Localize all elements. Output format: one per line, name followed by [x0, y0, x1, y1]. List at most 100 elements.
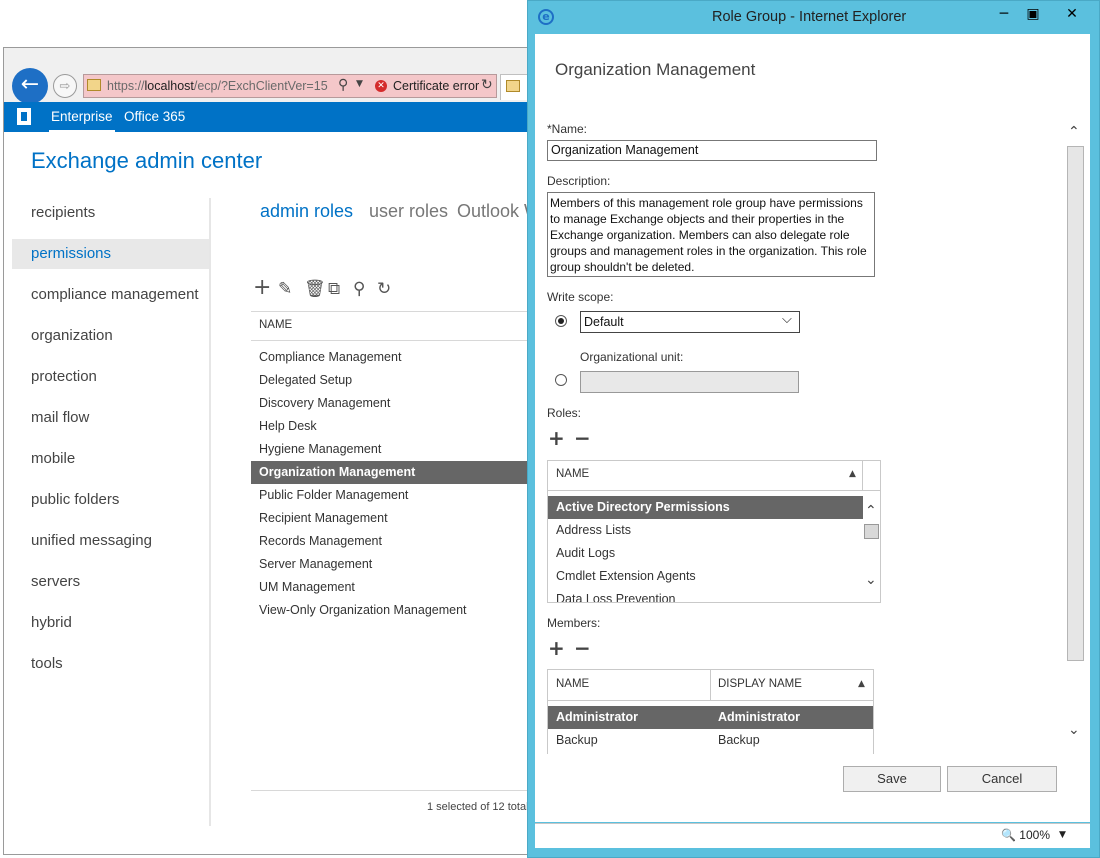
roles-grid-header-separator [862, 461, 863, 490]
sidebar-item-recipients[interactable]: recipients [12, 198, 210, 228]
delete-trash-icon[interactable]: 🗑 [304, 279, 326, 299]
column-header-name[interactable]: NAME [259, 319, 292, 331]
add-member-icon[interactable]: + [548, 638, 565, 658]
close-icon[interactable]: ✕ [1052, 4, 1092, 24]
organizational-unit-field[interactable] [580, 371, 799, 393]
role-group-heading: Organization Management [555, 60, 756, 79]
members-column-name[interactable]: NAME [556, 678, 589, 690]
sidebar-item-organization[interactable]: organization [12, 321, 210, 351]
description-field[interactable]: Members of this management role group ha… [547, 192, 875, 277]
add-icon[interactable]: + [253, 275, 271, 300]
name-label: *Name: [547, 122, 588, 136]
member-row[interactable]: Backup Backup [548, 729, 873, 752]
organizational-unit-label: Organizational unit: [580, 350, 684, 364]
ou-scope-radio[interactable] [555, 374, 567, 386]
save-button[interactable]: Save [843, 766, 941, 792]
nav-enterprise[interactable]: Enterprise [49, 109, 115, 132]
certificate-error-icon[interactable]: ✕ [375, 80, 387, 92]
roles-list: Active Directory Permissions Address Lis… [548, 496, 863, 602]
name-field[interactable]: Organization Management [547, 140, 877, 161]
table-row[interactable]: Help Desk [251, 415, 528, 438]
maximize-icon[interactable]: ▣ [1019, 4, 1047, 24]
chevron-down-icon[interactable]: ⌵ [782, 312, 792, 327]
zoom-icon: 🔍 [1001, 828, 1016, 842]
sidebar-item-mail-flow[interactable]: mail flow [12, 403, 210, 433]
forward-arrow-icon[interactable]: ⇨ [53, 74, 77, 98]
page-title: Exchange admin center [31, 148, 263, 173]
members-list: Administrator Administrator Backup Backu… [548, 706, 873, 754]
roles-scrollbar-thumb[interactable] [864, 524, 879, 539]
selection-count: 1 selected of 12 total [427, 801, 529, 813]
table-row[interactable]: Delegated Setup [251, 369, 528, 392]
sidebar-item-permissions[interactable]: permissions [12, 239, 210, 269]
member-row-selected[interactable]: Administrator Administrator [548, 706, 873, 729]
minimize-icon[interactable]: ─ [990, 4, 1018, 24]
description-label: Description: [547, 174, 611, 188]
default-scope-radio[interactable] [555, 315, 567, 327]
member-display-name: Backup [718, 733, 760, 747]
edit-pencil-icon[interactable]: ✎ [278, 279, 292, 299]
page-scroll-up-icon[interactable]: ⌃ [1068, 124, 1080, 140]
roles-grid-header-divider [547, 490, 881, 491]
dropdown-arrow-icon[interactable]: ▼ [356, 79, 363, 89]
member-name: Administrator [556, 710, 638, 724]
refresh-icon[interactable]: ↻ [481, 77, 493, 93]
sidebar-item-protection[interactable]: protection [12, 362, 210, 392]
table-row[interactable]: Public Folder Management [251, 484, 528, 507]
copy-icon[interactable]: ⧉ [328, 279, 340, 299]
refresh-icon[interactable]: ↻ [377, 279, 391, 299]
page-scroll-down-icon[interactable]: ⌄ [1068, 722, 1080, 738]
office-logo-icon[interactable] [17, 108, 31, 125]
back-arrow-icon[interactable]: ← [12, 68, 48, 104]
search-icon[interactable]: ⚲ [338, 77, 348, 93]
sort-ascending-icon[interactable]: ▲ [849, 469, 856, 479]
sidebar-item-public-folders[interactable]: public folders [12, 485, 210, 515]
role-row[interactable]: Audit Logs [548, 542, 863, 565]
remove-role-icon[interactable]: − [574, 428, 591, 448]
zoom-dropdown-icon[interactable]: ▼ [1059, 830, 1066, 840]
table-row[interactable]: Compliance Management [251, 346, 528, 369]
sort-ascending-icon[interactable]: ▲ [858, 679, 865, 689]
add-role-icon[interactable]: + [548, 428, 565, 448]
members-grid-column-separator [710, 670, 711, 700]
members-column-display-name[interactable]: DISPLAY NAME [718, 678, 802, 690]
table-row[interactable]: Recipient Management [251, 507, 528, 530]
member-display-name: Administrator [718, 710, 800, 724]
certificate-error-text[interactable]: Certificate error [393, 79, 479, 93]
search-icon[interactable]: ⚲ [353, 279, 365, 299]
scroll-down-icon[interactable]: ⌄ [865, 572, 877, 588]
scroll-up-icon[interactable]: ⌃ [865, 503, 877, 519]
write-scope-label: Write scope: [547, 290, 614, 304]
table-row[interactable]: UM Management [251, 576, 528, 599]
table-row[interactable]: Server Management [251, 553, 528, 576]
sidebar-item-tools[interactable]: tools [12, 649, 210, 679]
remove-member-icon[interactable]: − [574, 638, 591, 658]
member-name: Backup [556, 733, 598, 747]
nav-office365[interactable]: Office 365 [124, 109, 185, 124]
role-row-selected[interactable]: Active Directory Permissions [548, 496, 863, 519]
roles-column-name[interactable]: NAME [556, 468, 589, 480]
sidebar-item-servers[interactable]: servers [12, 567, 210, 597]
sidebar-item-unified-messaging[interactable]: unified messaging [12, 526, 210, 556]
table-row[interactable]: Discovery Management [251, 392, 528, 415]
page-scrollbar[interactable] [1067, 146, 1084, 661]
sidebar-item-compliance-management[interactable]: compliance management [12, 280, 210, 310]
table-row[interactable]: Records Management [251, 530, 528, 553]
address-url[interactable]: https://localhost/ecp/?ExchClientVer=15 [107, 79, 328, 93]
sidebar-divider [209, 198, 211, 826]
table-row-selected[interactable]: Organization Management [251, 461, 528, 484]
role-row[interactable]: Data Loss Prevention [548, 588, 863, 602]
tab-user-roles[interactable]: user roles [369, 201, 448, 222]
roles-label: Roles: [547, 406, 582, 420]
members-grid-header-divider [547, 700, 874, 701]
page-envelope-icon [87, 79, 101, 91]
table-row[interactable]: View-Only Organization Management [251, 599, 528, 622]
table-row[interactable]: Hygiene Management [251, 438, 528, 461]
sidebar-item-mobile[interactable]: mobile [12, 444, 210, 474]
zoom-level[interactable]: 🔍 100% [1001, 828, 1050, 842]
role-row[interactable]: Cmdlet Extension Agents [548, 565, 863, 588]
role-row[interactable]: Address Lists [548, 519, 863, 542]
tab-admin-roles[interactable]: admin roles [260, 201, 353, 222]
cancel-button[interactable]: Cancel [947, 766, 1057, 792]
sidebar-item-hybrid[interactable]: hybrid [12, 608, 210, 638]
